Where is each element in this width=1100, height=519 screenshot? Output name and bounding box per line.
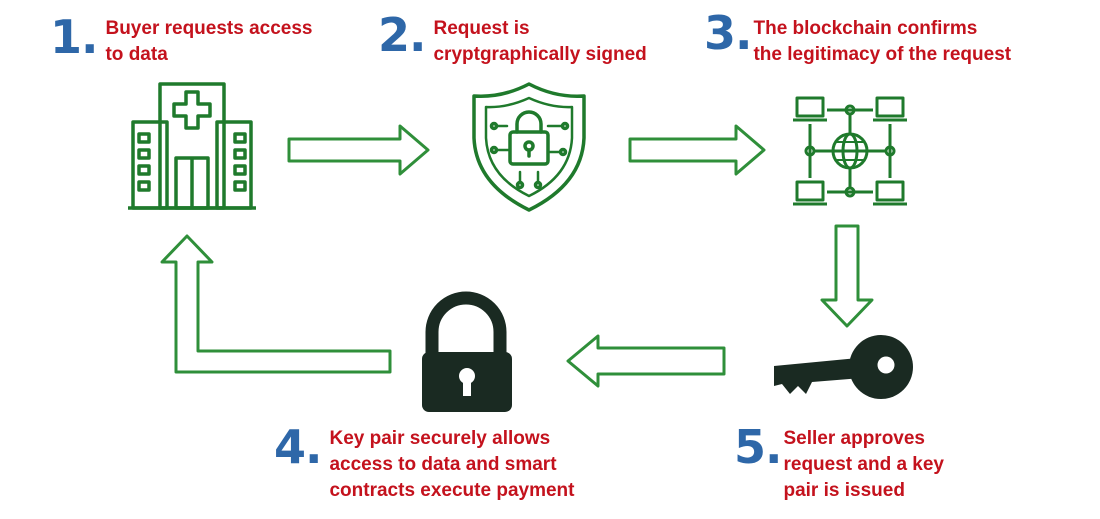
network-globe-icon	[793, 96, 907, 206]
key-icon	[774, 335, 913, 399]
arrow-down	[820, 224, 874, 328]
flow-diagram	[128, 82, 913, 412]
arrow-elbow-up	[160, 234, 392, 374]
arrow-left	[566, 334, 726, 388]
arrow-right	[628, 124, 766, 176]
hospital-icon	[128, 82, 256, 210]
shield-lock-icon	[472, 82, 586, 212]
arrow-right	[287, 124, 430, 176]
padlock-icon	[422, 291, 512, 412]
